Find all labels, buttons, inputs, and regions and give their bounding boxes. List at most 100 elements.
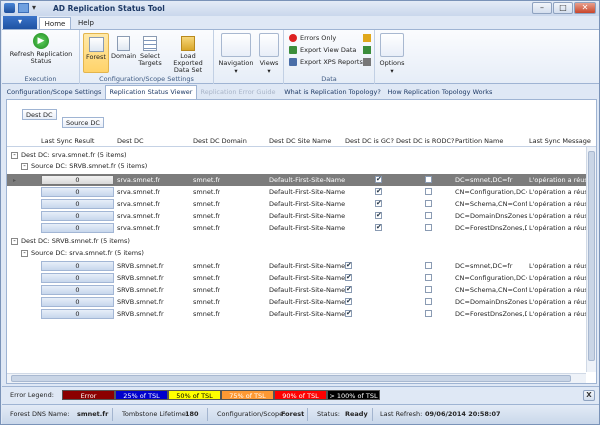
- rodc-checkbox[interactable]: [425, 298, 432, 305]
- page-tabs: Configuration/Scope Settings Replication…: [2, 85, 599, 99]
- gc-checkbox[interactable]: ✔: [345, 310, 352, 317]
- legend-100-tsl: > 100% of TSL: [327, 390, 380, 400]
- col-last-sync-message[interactable]: Last Sync Message: [529, 137, 591, 145]
- refresh-button[interactable]: ▶ Refresh Replication Status: [6, 33, 76, 65]
- export-view-button[interactable]: Export View Data: [289, 46, 356, 55]
- vertical-scrollbar[interactable]: [586, 147, 596, 372]
- dropdown-icon[interactable]: ▾: [32, 3, 43, 13]
- gc-checkbox[interactable]: ✔: [375, 176, 382, 183]
- gc-checkbox[interactable]: ✔: [375, 224, 382, 231]
- pen-icon[interactable]: [363, 58, 371, 66]
- gc-checkbox[interactable]: ✔: [345, 262, 352, 269]
- col-dest-dc-domain[interactable]: Dest DC Domain: [193, 137, 247, 145]
- forest-icon: [88, 37, 104, 52]
- gc-checkbox[interactable]: ✔: [375, 200, 382, 207]
- tab-what-is-topology[interactable]: What is Replication Topology?: [281, 86, 384, 99]
- maximize-button[interactable]: □: [553, 2, 573, 14]
- gc-checkbox[interactable]: ✔: [345, 286, 352, 293]
- col-is-rodc[interactable]: Dest DC is RODC?: [396, 137, 455, 145]
- folder-small-icon[interactable]: [363, 34, 371, 42]
- horizontal-scrollbar[interactable]: [7, 373, 586, 383]
- collapse-icon[interactable]: -: [11, 237, 18, 245]
- gc-checkbox[interactable]: ✔: [345, 298, 352, 305]
- last-sync-result-cell[interactable]: 0: [41, 261, 114, 271]
- table-row[interactable]: ▸ 0 srva.smnet.fr smnet.fr Default-First…: [7, 174, 596, 186]
- last-sync-result-cell[interactable]: 0: [41, 285, 114, 295]
- play-icon: ▶: [33, 33, 49, 49]
- close-button[interactable]: ✕: [574, 2, 596, 14]
- col-last-sync-result[interactable]: Last Sync Result: [41, 137, 94, 145]
- select-targets-button[interactable]: Select Targets: [137, 33, 163, 67]
- tab-home[interactable]: Home: [39, 17, 71, 29]
- file-menu-button[interactable]: ▾: [3, 16, 37, 29]
- rodc-checkbox[interactable]: [425, 262, 432, 269]
- group-chip-dest-dc[interactable]: Dest DC: [22, 109, 57, 120]
- export-icon: [289, 46, 297, 54]
- last-sync-result-cell[interactable]: 0: [41, 273, 114, 283]
- collapse-icon[interactable]: -: [21, 162, 28, 170]
- gc-checkbox[interactable]: ✔: [345, 274, 352, 281]
- tab-error-guide[interactable]: Replication Error Guide: [198, 86, 278, 99]
- rodc-checkbox[interactable]: [425, 176, 432, 183]
- errors-only-button[interactable]: Errors Only: [289, 34, 336, 43]
- table-row[interactable]: 0 SRVB.smnet.fr smnet.fr Default-First-S…: [7, 308, 596, 320]
- load-exported-button[interactable]: Load Exported Data Set: [166, 33, 210, 74]
- domain-button[interactable]: Domain: [111, 33, 136, 60]
- rodc-checkbox[interactable]: [425, 274, 432, 281]
- scroll-thumb[interactable]: [11, 375, 571, 382]
- last-sync-result-cell[interactable]: 0: [41, 187, 114, 197]
- table-row[interactable]: 0 srva.smnet.fr smnet.fr Default-First-S…: [7, 210, 596, 222]
- config-scope-group: Forest Domain Select Targets Load Export…: [80, 30, 214, 84]
- last-sync-result-cell[interactable]: 0: [41, 211, 114, 221]
- export-xps-button[interactable]: Export XPS Reports: [289, 58, 363, 67]
- group-header-dest-dc[interactable]: - Dest DC: SRVB.smnet.fr (5 items): [11, 236, 130, 246]
- navigation-dropdown[interactable]: Navigation ▾: [217, 33, 255, 75]
- legend-close-button[interactable]: X: [583, 390, 595, 401]
- col-partition[interactable]: Partition Name: [455, 137, 503, 145]
- rodc-checkbox[interactable]: [425, 188, 432, 195]
- table-row[interactable]: 0 SRVB.smnet.fr smnet.fr Default-First-S…: [7, 272, 596, 284]
- tab-replication-status[interactable]: Replication Status Viewer: [105, 85, 197, 99]
- collapse-icon[interactable]: -: [11, 151, 18, 159]
- options-dropdown[interactable]: Options ▾: [377, 33, 407, 75]
- rodc-checkbox[interactable]: [425, 212, 432, 219]
- table-row[interactable]: 0 srva.smnet.fr smnet.fr Default-First-S…: [7, 186, 596, 198]
- collapse-icon[interactable]: -: [21, 249, 28, 257]
- save-icon[interactable]: [18, 3, 29, 13]
- col-dest-dc[interactable]: Dest DC: [117, 137, 144, 145]
- excel-icon[interactable]: [363, 46, 371, 54]
- scroll-thumb[interactable]: [588, 151, 595, 361]
- table-row[interactable]: 0 srva.smnet.fr smnet.fr Default-First-S…: [7, 222, 596, 234]
- rodc-checkbox[interactable]: [425, 286, 432, 293]
- tab-help[interactable]: Help: [73, 17, 99, 29]
- rodc-checkbox[interactable]: [425, 224, 432, 231]
- rodc-checkbox[interactable]: [425, 310, 432, 317]
- legend-error: Error: [62, 390, 115, 400]
- rodc-checkbox[interactable]: [425, 200, 432, 207]
- last-sync-result-cell[interactable]: 0: [41, 309, 114, 319]
- group-header-dest-dc[interactable]: - Dest DC: srva.smnet.fr (5 items): [11, 150, 127, 160]
- tab-how-topology-works[interactable]: How Replication Topology Works: [386, 86, 494, 99]
- table-row[interactable]: 0 SRVB.smnet.fr smnet.fr Default-First-S…: [7, 296, 596, 308]
- gc-checkbox[interactable]: ✔: [375, 188, 382, 195]
- last-sync-result-cell[interactable]: 0: [41, 297, 114, 307]
- tab-config-scope[interactable]: Configuration/Scope Settings: [4, 86, 104, 99]
- group-chip-source-dc[interactable]: Source DC: [62, 117, 104, 128]
- last-sync-result-cell[interactable]: 0: [41, 223, 114, 233]
- table-row[interactable]: 0 srva.smnet.fr smnet.fr Default-First-S…: [7, 198, 596, 210]
- table-row[interactable]: 0 SRVB.smnet.fr smnet.fr Default-First-S…: [7, 260, 596, 272]
- table-row[interactable]: 0 SRVB.smnet.fr smnet.fr Default-First-S…: [7, 284, 596, 296]
- views-icon: [259, 33, 279, 57]
- last-sync-result-cell[interactable]: 0: [41, 175, 114, 185]
- col-is-gc[interactable]: Dest DC is GC?: [345, 137, 394, 145]
- views-dropdown[interactable]: Views ▾: [257, 33, 281, 75]
- group-header-source-dc[interactable]: - Source DC: srva.smnet.fr (5 items): [21, 248, 144, 258]
- status-value: Ready: [345, 410, 368, 418]
- group-header-source-dc[interactable]: - Source DC: SRVB.smnet.fr (5 items): [21, 161, 147, 171]
- forest-button[interactable]: Forest: [83, 33, 109, 73]
- grouping-panel: Dest DC Source DC: [22, 109, 142, 130]
- gc-checkbox[interactable]: ✔: [375, 212, 382, 219]
- minimize-button[interactable]: –: [532, 2, 552, 14]
- col-dest-dc-site[interactable]: Dest DC Site Name: [269, 137, 331, 145]
- last-sync-result-cell[interactable]: 0: [41, 199, 114, 209]
